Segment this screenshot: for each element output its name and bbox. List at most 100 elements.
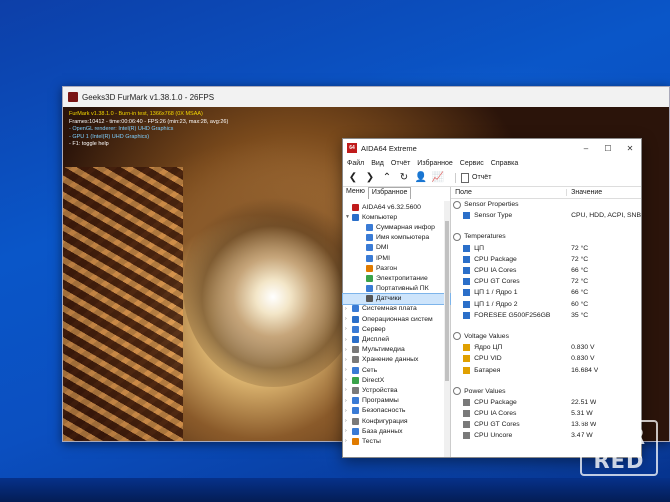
tree-item[interactable]: › База данных (343, 426, 450, 436)
tree-expand-icon[interactable]: › (345, 306, 352, 312)
tree-item[interactable]: Имя компьютера (343, 233, 450, 243)
sensor-row[interactable]: CPU IA Cores 5.31 W (451, 408, 641, 419)
tree-item[interactable]: › Конфигурация (343, 416, 450, 426)
tree-expand-icon[interactable]: › (345, 316, 352, 322)
tree-item-label: Имя компьютера (376, 234, 430, 242)
sensor-row[interactable]: ЦП 72 °C (451, 243, 641, 254)
sensor-row[interactable]: Ядро ЦП 0.830 V (451, 342, 641, 353)
tree-item[interactable]: DMI (343, 243, 450, 253)
tree-expand-icon[interactable]: ▼ (345, 214, 352, 220)
tree-expand-icon[interactable]: › (345, 357, 352, 363)
tree-item-label: IPMI (376, 254, 390, 262)
sensor-row[interactable]: Батарея 16.684 V (451, 364, 641, 375)
tree-item[interactable]: › Сеть (343, 365, 450, 375)
aida64-logo-icon: 64 (347, 143, 357, 153)
tree-item[interactable]: › Хранение данных (343, 355, 450, 365)
section-icon (453, 387, 462, 396)
sensor-row[interactable]: ЦП 1 / Ядро 2 60 °C (451, 299, 641, 310)
tree-item[interactable]: › Программы (343, 396, 450, 406)
tree-expand-icon[interactable]: › (345, 377, 352, 383)
tree-item[interactable]: › Сервер (343, 324, 450, 334)
tree-item[interactable]: Суммарная инфор (343, 222, 450, 232)
tree-node-icon (352, 203, 359, 211)
aida64-window[interactable]: 64 AIDA64 Extreme – ☐ ✕ Файл Вид Отчёт И… (341, 138, 642, 458)
hud-line-renderer: - OpenGL renderer: Intel(R) UHD Graphics (69, 126, 174, 132)
hud-line-help: - F1: toggle help (69, 141, 109, 147)
aida64-titlebar[interactable]: 64 AIDA64 Extreme – ☐ ✕ (343, 139, 641, 157)
menu-favorites[interactable]: Избранное (417, 160, 452, 167)
tree-expand-icon[interactable]: › (345, 326, 352, 332)
furmark-titlebar[interactable]: Geeks3D FurMark v1.38.1.0 - 26FPS (63, 87, 669, 107)
section-header: Voltage Values (451, 331, 641, 342)
tree-scrollbar-thumb[interactable] (445, 221, 450, 381)
menu-service[interactable]: Сервис (460, 160, 484, 167)
sensor-row[interactable]: CPU Package 22.51 W (451, 397, 641, 408)
sensor-row[interactable]: FORESEE G500F256GB 35 °C (451, 310, 641, 321)
tree-expand-icon[interactable]: › (345, 347, 352, 353)
tab-favorites[interactable]: Избранное (367, 187, 412, 199)
tab-menu[interactable]: Меню (343, 187, 368, 199)
tree-node-icon (352, 366, 359, 374)
sensor-name: CPU GT Cores (474, 278, 520, 286)
sensor-row[interactable]: CPU GT Cores 72 °C (451, 276, 641, 287)
menu-help[interactable]: Справка (491, 160, 518, 167)
close-button[interactable]: ✕ (619, 139, 641, 157)
sensor-name: Ядро ЦП (474, 344, 503, 352)
tree-item[interactable]: Электропитание (343, 273, 450, 283)
tree-item-label: Дисплей (362, 336, 390, 344)
tree-item[interactable]: ▼ Компьютер (343, 212, 450, 222)
sensor-row[interactable]: CPU Package 72 °C (451, 254, 641, 265)
sensor-name: CPU IA Cores (474, 410, 517, 418)
tree-item[interactable]: Разгон (343, 263, 450, 273)
tree-item-label: Датчики (376, 295, 402, 303)
menu-view[interactable]: Вид (371, 160, 384, 167)
tree-item[interactable]: › Устройства (343, 385, 450, 395)
tree-item[interactable]: › Дисплей (343, 334, 450, 344)
tree-expand-icon[interactable]: › (345, 438, 352, 444)
menu-file[interactable]: Файл (347, 160, 364, 167)
tree-expand-icon[interactable]: › (345, 408, 352, 414)
tree-item[interactable]: › DirectX (343, 375, 450, 385)
user-icon[interactable]: 👤 (415, 172, 427, 184)
tree-item[interactable]: › Безопасность (343, 406, 450, 416)
sensor-name: CPU Package (474, 255, 517, 263)
tree-expand-icon[interactable]: › (345, 398, 352, 404)
tree-expand-icon[interactable]: › (345, 387, 352, 393)
report-button[interactable]: Отчёт (455, 172, 491, 183)
tree-item[interactable]: › Системная плата (343, 304, 450, 314)
chart-icon[interactable]: 📈 (432, 172, 444, 184)
menu-report[interactable]: Отчёт (391, 160, 410, 167)
back-icon[interactable]: ❮ (347, 172, 359, 184)
sensor-icon (463, 212, 471, 220)
menu-bar: Файл Вид Отчёт Избранное Сервис Справка (343, 157, 641, 169)
tree-item[interactable]: › Тесты (343, 436, 450, 446)
column-value[interactable]: Значение (567, 189, 602, 196)
tree-item[interactable]: › Операционная систем (343, 314, 450, 324)
tree-item[interactable]: › Мультимедиа (343, 345, 450, 355)
tree-scrollbar[interactable] (444, 201, 451, 457)
watermark-line-1: DNR (591, 425, 647, 449)
column-field[interactable]: Поле (451, 189, 568, 196)
tree-expand-icon[interactable]: › (345, 428, 352, 434)
tree-item[interactable]: Датчики (341, 292, 452, 305)
sensor-row[interactable]: ЦП 1 / Ядро 1 66 °C (451, 287, 641, 298)
tree-expand-icon[interactable]: › (345, 367, 352, 373)
fur-donut-render (183, 187, 363, 387)
tree-item[interactable]: AIDA64 v6.32.5600 (343, 202, 450, 212)
tree-item[interactable]: IPMI (343, 253, 450, 263)
forward-icon[interactable]: ❯ (364, 172, 376, 184)
sensor-row[interactable]: Sensor Type CPU, HDD, ACPI, SNB (451, 210, 641, 221)
refresh-icon[interactable]: ↻ (398, 172, 410, 184)
tree-node-icon (352, 376, 359, 384)
sensor-row[interactable]: CPU VID 0.830 V (451, 353, 641, 364)
tree-expand-icon[interactable]: › (345, 337, 352, 343)
sensor-value: CPU, HDD, ACPI, SNB (571, 212, 641, 220)
tree-item[interactable]: Портативный ПК (343, 284, 450, 294)
sensor-row[interactable]: CPU IA Cores 66 °C (451, 265, 641, 276)
tree-item-label: Компьютер (362, 213, 398, 221)
maximize-button[interactable]: ☐ (597, 139, 619, 157)
sensor-name: FORESEE G500F256GB (474, 311, 551, 319)
minimize-button[interactable]: – (575, 139, 597, 157)
tree-expand-icon[interactable]: › (345, 418, 352, 424)
up-icon[interactable]: ⌃ (381, 172, 393, 184)
